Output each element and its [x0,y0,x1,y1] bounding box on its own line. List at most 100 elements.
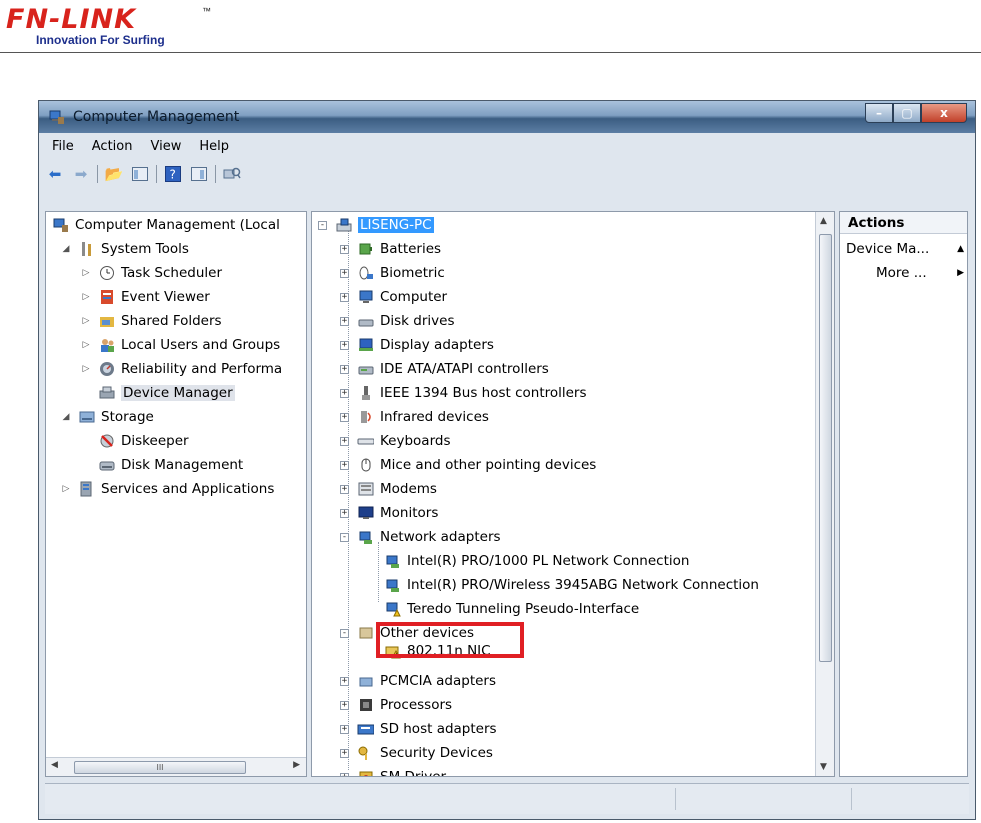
collapsed-arrow-icon[interactable]: ▷ [80,267,92,279]
header-rule [0,52,981,53]
keyboard-icon [357,433,374,449]
action-more[interactable]: More ... ▶ [876,262,964,284]
device-intel-wireless-3945[interactable]: Intel(R) PRO/Wireless 3945ABG Network Co… [384,574,759,596]
menu-view[interactable]: View [143,137,188,159]
expanded-arrow-icon[interactable]: ◢ [60,243,72,255]
device-category-ieee1394[interactable]: + IEEE 1394 Bus host controllers [340,382,587,404]
expand-box-icon[interactable]: + [340,412,349,422]
device-category-pcmcia[interactable]: + PCMCIA adapters [340,670,496,692]
expand-box-icon[interactable]: + [340,388,349,398]
minimize-button[interactable]: – [865,103,893,123]
expand-box-icon[interactable]: + [340,460,349,470]
toolbar-separator-2 [156,165,157,183]
device-category-security[interactable]: + Security Devices [340,742,493,764]
expand-box-icon[interactable]: + [340,364,349,374]
device-category-mice[interactable]: + Mice and other pointing devices [340,454,596,476]
vertical-scrollbar[interactable]: ▲ ▼ [815,212,834,776]
expand-box-icon[interactable]: + [340,340,349,350]
scroll-thumb[interactable] [819,234,832,662]
tree-item-shared-folders[interactable]: ▷ Shared Folders [80,310,222,332]
tree-item-services-applications[interactable]: ▷ Services and Applications [60,478,275,500]
device-category-ide-ata[interactable]: + IDE ATA/ATAPI controllers [340,358,549,380]
action-label: Device Ma... [846,241,930,257]
expand-box-icon[interactable]: + [340,508,349,518]
firewire-icon [357,385,374,401]
tree-item-task-scheduler[interactable]: ▷ Task Scheduler [80,262,222,284]
tree-item-computer-management[interactable]: Computer Management (Local [52,214,280,236]
menu-file[interactable]: File [45,137,81,159]
help-icon[interactable]: ? [163,164,183,184]
scroll-up-arrow-icon[interactable]: ▲ [820,216,827,226]
expand-box-icon[interactable]: + [340,700,349,710]
device-category-sm-driver[interactable]: + SM Driver [340,766,446,776]
scroll-down-arrow-icon[interactable]: ▼ [820,762,827,772]
collapse-box-icon[interactable]: - [340,628,349,638]
device-category-display-adapters[interactable]: + Display adapters [340,334,494,356]
tree-item-reliability-performance[interactable]: ▷ Reliability and Performa [80,358,283,380]
expand-box-icon[interactable]: + [340,484,349,494]
title-bar[interactable]: Computer Management – ▢ x [39,101,975,133]
tree-item-local-users-groups[interactable]: ▷ Local Users and Groups [80,334,281,356]
collapsed-arrow-icon[interactable]: ▷ [80,363,92,375]
device-category-monitors[interactable]: + Monitors [340,502,438,524]
menu-help[interactable]: Help [192,137,236,159]
tree-label: Services and Applications [101,481,275,497]
up-folder-icon[interactable]: 📂 [104,164,124,184]
device-category-disk-drives[interactable]: + Disk drives [340,310,455,332]
tree-item-diskeeper[interactable]: Diskeeper [98,430,189,452]
tree-item-disk-management[interactable]: Disk Management [98,454,243,476]
device-label: PCMCIA adapters [380,673,497,689]
expand-box-icon[interactable]: + [340,748,349,758]
collapse-box-icon[interactable]: - [340,532,349,542]
menu-action[interactable]: Action [85,137,140,159]
scroll-thumb[interactable]: III [74,761,246,774]
expand-box-icon[interactable]: + [340,244,349,254]
expand-box-icon[interactable]: + [340,292,349,302]
device-category-batteries[interactable]: + Batteries [340,238,441,260]
device-manager-icon [98,385,115,401]
scroll-left-arrow-icon[interactable]: ◀ [51,760,58,770]
device-teredo[interactable]: Teredo Tunneling Pseudo-Interface [384,598,639,620]
collapsed-arrow-icon[interactable]: ▷ [80,291,92,303]
device-intel-pro-1000[interactable]: Intel(R) PRO/1000 PL Network Connection [384,550,689,572]
tree-item-event-viewer[interactable]: ▷ Event Viewer [80,286,210,308]
collapse-up-icon[interactable]: ▲ [957,238,964,260]
device-category-processors[interactable]: + Processors [340,694,452,716]
services-icon [78,481,95,497]
tree-item-system-tools[interactable]: ◢ System Tools [60,238,189,260]
collapse-box-icon[interactable]: - [318,220,327,230]
back-arrow-icon[interactable]: ⬅ [45,164,65,184]
expand-box-icon[interactable]: + [340,436,349,446]
forward-arrow-icon[interactable]: ➡ [71,164,91,184]
root-label: LISENG-PC [358,217,434,233]
scan-hardware-icon[interactable] [222,164,242,184]
tree-item-storage[interactable]: ◢ Storage [60,406,154,428]
horizontal-scrollbar[interactable]: ◀ III ▶ [46,757,306,776]
device-category-sd-host[interactable]: + SD host adapters [340,718,497,740]
maximize-button[interactable]: ▢ [893,103,921,123]
tree-item-device-manager[interactable]: Device Manager [98,382,235,404]
expand-box-icon[interactable]: + [340,772,349,776]
show-hide-tree-icon[interactable] [130,164,150,184]
scroll-right-arrow-icon[interactable]: ▶ [293,760,300,770]
biometric-icon [357,265,374,281]
action-device-manager[interactable]: Device Ma... ▲ [846,238,964,260]
expand-box-icon[interactable]: + [340,316,349,326]
device-label: Batteries [380,241,442,257]
collapsed-arrow-icon[interactable]: ▷ [60,483,72,495]
device-category-network-adapters[interactable]: - Network adapters [340,526,501,548]
expand-box-icon[interactable]: + [340,268,349,278]
expanded-arrow-icon[interactable]: ◢ [60,411,72,423]
device-category-biometric[interactable]: + Biometric [340,262,445,284]
device-root[interactable]: - LISENG-PC [318,214,434,236]
collapsed-arrow-icon[interactable]: ▷ [80,315,92,327]
device-category-infrared[interactable]: + Infrared devices [340,406,489,428]
device-category-computer[interactable]: + Computer [340,286,447,308]
close-button[interactable]: x [921,103,967,123]
properties-icon[interactable] [189,164,209,184]
expand-box-icon[interactable]: + [340,676,349,686]
device-category-keyboards[interactable]: + Keyboards [340,430,451,452]
collapsed-arrow-icon[interactable]: ▷ [80,339,92,351]
device-category-modems[interactable]: + Modems [340,478,437,500]
expand-box-icon[interactable]: + [340,724,349,734]
